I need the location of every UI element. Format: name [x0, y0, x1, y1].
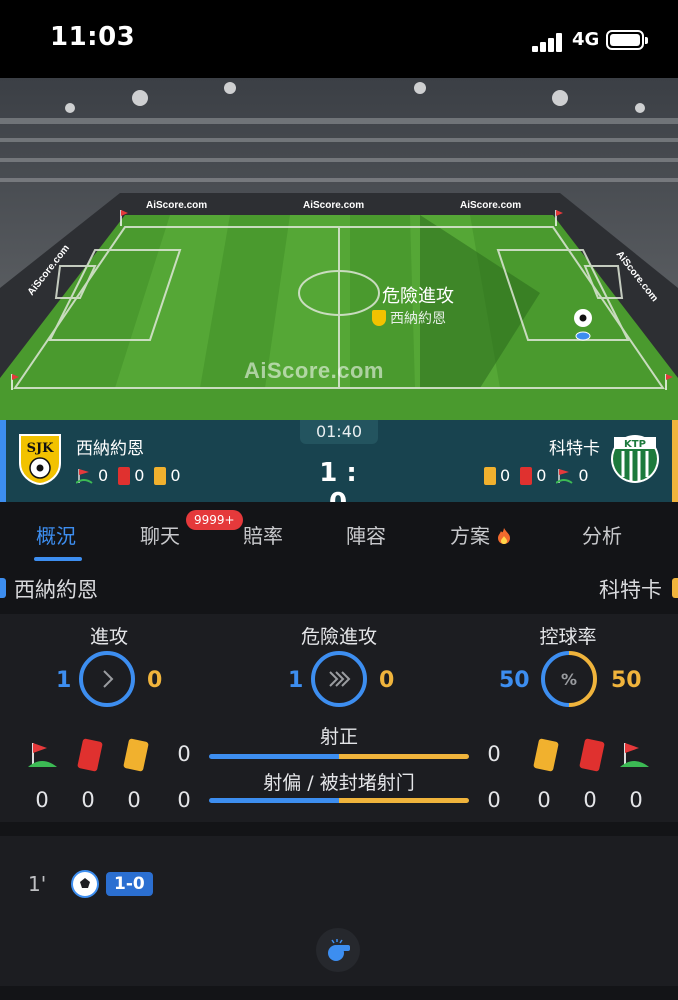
- home-team-logo[interactable]: SJK: [16, 433, 64, 485]
- possession-symbol: %: [561, 670, 577, 689]
- dangerous-attack-home: 1: [288, 668, 304, 693]
- away-marker: [672, 578, 678, 598]
- off-target-bar: [209, 798, 469, 803]
- away-team-label: 科特卡: [599, 578, 662, 602]
- active-tab-indicator: [34, 557, 82, 561]
- yellow-card-icon: [484, 466, 496, 485]
- possession-ring-icon: %: [541, 651, 597, 707]
- home-yellow-count: 0: [127, 788, 141, 812]
- possession-label: 控球率: [539, 626, 597, 648]
- yellow-card-icon: [154, 466, 167, 485]
- status-bar: 11:03 4G: [0, 0, 678, 78]
- attack-away: 0: [147, 668, 163, 693]
- red-card-icon: [118, 466, 131, 485]
- corner-flag-icon: [28, 743, 57, 767]
- tab-plans-label: 方案: [450, 524, 490, 548]
- possession-home: 50: [499, 668, 530, 693]
- goal-ball-icon: [71, 870, 99, 898]
- fire-icon: [498, 528, 511, 544]
- tab-chat[interactable]: 聊天: [140, 520, 180, 549]
- off-target-label: 射偏 / 被封堵射门: [263, 772, 415, 794]
- svg-text:AiScore.com: AiScore.com: [303, 200, 364, 211]
- away-mini-stats: 0 0 0: [484, 466, 599, 485]
- home-marker: [0, 578, 6, 598]
- tab-lineup[interactable]: 陣容: [346, 520, 386, 549]
- svg-text:AiScore.com: AiScore.com: [146, 200, 207, 211]
- on-target-bar: [209, 754, 469, 759]
- watermark: AiScore.com: [244, 358, 384, 383]
- possession-away: 50: [611, 668, 642, 693]
- team-badge-icon: [372, 310, 386, 326]
- home-red-cards: 0: [134, 466, 145, 485]
- corner-flag-icon: [556, 468, 573, 484]
- off-target-away: 0: [487, 788, 501, 812]
- on-target-away: 0: [487, 742, 501, 766]
- away-red-cards: 0: [536, 466, 547, 485]
- event-team-name: 西納約恩: [390, 311, 446, 327]
- tab-overview[interactable]: 概況: [36, 520, 76, 549]
- tab-bar: 概況 聊天 9999+ 賠率 陣容 方案 分析: [0, 502, 678, 563]
- tab-analysis[interactable]: 分析: [582, 520, 622, 549]
- corner-flag-icon: [620, 743, 649, 767]
- tab-plans[interactable]: 方案: [450, 520, 512, 549]
- away-logo-text: KTP: [624, 439, 646, 450]
- off-target-home: 0: [177, 788, 191, 812]
- away-corners: 0: [578, 466, 589, 485]
- away-color-bar: [672, 420, 678, 502]
- home-mini-stats: 0 0 0: [76, 466, 191, 485]
- signal-icon: [532, 32, 566, 52]
- match-clock: 01:40: [300, 420, 378, 444]
- on-target-home: 0: [177, 742, 191, 766]
- live-pitch: AiScore.com AiScore.com AiScore.com AiSc…: [0, 78, 678, 420]
- event-score-badge: 1-0: [106, 872, 153, 896]
- away-team-logo[interactable]: KTP: [610, 433, 660, 485]
- events-timeline: 1' 1-0: [0, 836, 678, 986]
- home-color-bar: [0, 420, 6, 502]
- event-team: 西納約恩: [372, 308, 446, 328]
- home-corners: 0: [98, 466, 109, 485]
- scoreboard: 01:40 SJK 西納約恩 0 0 0 1 : 0 科特卡 0 0 0 KTP: [0, 420, 678, 518]
- whistle-button[interactable]: [316, 928, 360, 972]
- whistle-icon: [328, 939, 350, 961]
- home-red-count: 0: [81, 788, 95, 812]
- dangerous-attack-away: 0: [379, 668, 395, 693]
- away-corner-count: 0: [629, 788, 643, 812]
- home-team-label: 西納約恩: [14, 578, 98, 602]
- corner-flag-icon: [76, 468, 93, 484]
- away-red-count: 0: [583, 788, 597, 812]
- event-minute: 1': [28, 872, 47, 896]
- home-team-name[interactable]: 西納約恩: [76, 434, 144, 459]
- attack-label: 進攻: [89, 626, 128, 648]
- network-label: 4G: [572, 29, 600, 50]
- dangerous-attack-ring-icon: [311, 651, 367, 707]
- event-title: 危險進攻: [382, 286, 454, 307]
- attack-ring-icon: [79, 651, 135, 707]
- home-corner-count: 0: [35, 788, 49, 812]
- home-yellow-cards: 0: [170, 466, 181, 485]
- away-yellow-count: 0: [537, 788, 551, 812]
- status-time: 11:03: [50, 22, 136, 52]
- red-card-icon: [520, 466, 533, 485]
- attack-home: 1: [56, 668, 72, 693]
- chat-count-badge: 9999+: [186, 510, 243, 530]
- away-team-name[interactable]: 科特卡: [549, 434, 600, 459]
- away-yellow-cards: 0: [500, 466, 511, 485]
- tab-odds[interactable]: 賠率: [243, 520, 283, 549]
- battery-icon: [606, 30, 648, 50]
- home-logo-text: SJK: [27, 441, 55, 456]
- teams-header: 西納約恩 科特卡: [0, 562, 678, 614]
- svg-text:AiScore.com: AiScore.com: [460, 200, 521, 211]
- on-target-label: 射正: [319, 726, 358, 748]
- dangerous-attack-label: 危險進攻: [300, 626, 377, 648]
- stats-panel: 進攻 1 0 危險進攻 1 0 控球率 50 % 50 射正 0 0 射偏 / …: [0, 614, 678, 822]
